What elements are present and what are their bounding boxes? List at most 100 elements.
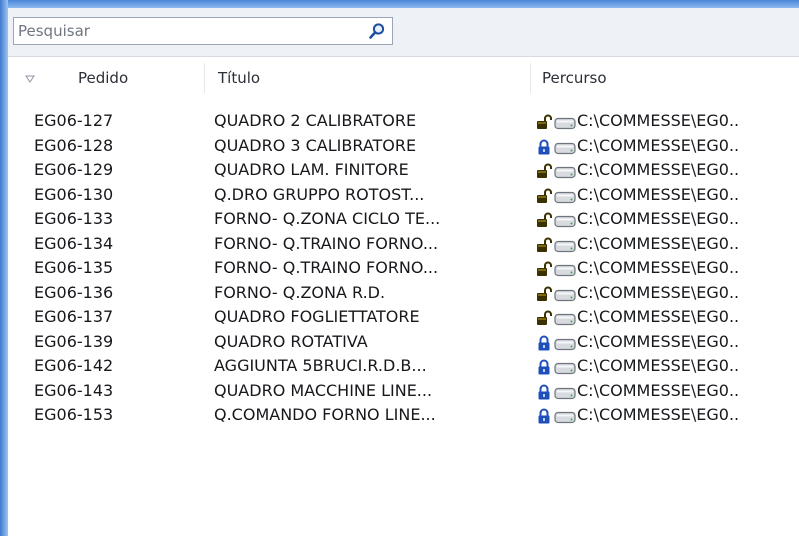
table-row[interactable]: EG06-133 FORNO- Q.ZONA CICLO TE... C:\COMM… [8,207,799,232]
locked-padlock-icon [536,138,552,154]
path-text: C:\COMMESSE\EG0.. [577,258,740,277]
column-header-pedido[interactable]: Pedido [78,57,128,99]
cell-titulo: QUADRO 3 CALIBRATORE [214,135,417,155]
sort-descending-icon[interactable] [25,69,35,88]
path-text: C:\COMMESSE\EG0.. [577,405,740,424]
table-row[interactable]: EG06-139 QUADRO ROTATIVA C:\COMMESSE\EG0.. [8,330,799,355]
path-text: C:\COMMESSE\EG0.. [577,160,740,179]
path-text: C:\COMMESSE\EG0.. [577,135,740,155]
table-row[interactable]: EG06-128 QUADRO 3 CALIBRATORE C:\COMMESSE\… [8,134,799,159]
cell-titulo: QUADRO LAM. FINITORE [214,160,409,179]
drive-icon [554,286,576,301]
table-row[interactable]: EG06-129 QUADRO LAM. FINITORE C:\COMMESSE\… [8,158,799,183]
cell-pedido: EG06-130 [34,184,114,204]
drive-icon [554,261,576,277]
cell-pedido: EG06-153 [34,405,114,424]
table-row[interactable]: EG06-142 AGGIUNTA 5BRUCI.R.D.B... C:\COMME… [8,354,799,379]
path-text: C:\COMMESSE\EG0.. [577,380,740,400]
table-row[interactable]: EG06-127 QUADRO 2 CALIBRATORE C:\COMMESSE\… [8,109,799,134]
cell-titulo: FORNO- Q.TRAINO FORNO... [214,233,439,253]
cell-titulo: QUADRO FOGLIETTATORE [214,307,420,326]
window-frame-left [0,0,8,536]
path-text: C:\COMMESSE\EG0.. [577,307,740,326]
path-text: C:\COMMESSE\EG0.. [577,356,740,375]
column-divider[interactable] [530,63,531,93]
cell-titulo: AGGIUNTA 5BRUCI.R.D.B... [214,356,427,375]
unlocked-padlock-icon [536,187,552,203]
search-icon[interactable] [366,21,388,41]
search-toolbar [8,8,799,57]
orders-list: Pedido Título Percurso EG06-127 QUADRO 2 … [8,57,799,536]
table-row[interactable]: EG06-153 Q.COMANDO FORNO LINE... C:\COMMES… [8,403,799,428]
unlocked-padlock-icon [536,113,552,129]
cell-titulo: QUADRO MACCHINE LINE... [214,380,433,400]
cell-titulo: QUADRO ROTATIVA [214,331,368,351]
locked-padlock-icon [536,358,552,375]
cell-percurso: C:\COMMESSE\EG0.. [534,330,799,355]
cell-percurso: C:\COMMESSE\EG0.. [534,134,799,159]
cell-pedido: EG06-143 [34,380,114,400]
search-input[interactable] [16,20,360,42]
table-row[interactable]: EG06-143 QUADRO MACCHINE LINE... C:\COMMES… [8,379,799,404]
cell-pedido: EG06-135 [34,258,114,277]
cell-percurso: C:\COMMESSE\EG0.. [534,305,799,330]
cell-titulo: FORNO- Q.ZONA R.D. [214,282,386,302]
cell-percurso: C:\COMMESSE\EG0.. [534,232,799,257]
cell-percurso: C:\COMMESSE\EG0.. [534,379,799,404]
cell-percurso: C:\COMMESSE\EG0.. [534,256,799,281]
cell-pedido: EG06-134 [34,233,114,253]
cell-percurso: C:\COMMESSE\EG0.. [534,158,799,183]
cell-pedido: EG06-139 [34,331,114,351]
drive-icon [554,359,576,375]
cell-titulo: QUADRO 2 CALIBRATORE [214,111,417,130]
cell-pedido: EG06-137 [34,307,114,326]
list-body: EG06-127 QUADRO 2 CALIBRATORE C:\COMMESSE\… [8,109,799,428]
locked-padlock-icon [536,383,552,399]
drive-icon [554,408,576,424]
drive-icon [554,163,576,179]
drive-icon [554,114,576,130]
cell-pedido: EG06-128 [34,135,114,155]
cell-pedido: EG06-133 [34,209,114,228]
unlocked-padlock-icon [536,285,552,301]
table-row[interactable]: EG06-135 FORNO- Q.TRAINO FORNO... C:\COMME… [8,256,799,281]
cell-percurso: C:\COMMESSE\EG0.. [534,183,799,208]
path-text: C:\COMMESSE\EG0.. [577,184,740,204]
column-header-titulo[interactable]: Título [218,57,260,99]
table-row[interactable]: EG06-136 FORNO- Q.ZONA R.D. C:\COMMESSE\EG… [8,281,799,306]
table-row[interactable]: EG06-137 QUADRO FOGLIETTATORE C:\COMMESSE\… [8,305,799,330]
unlocked-padlock-icon [536,162,552,178]
list-header: Pedido Título Percurso [8,57,799,99]
window-frame-top [0,0,799,8]
cell-titulo: Q.DRO GRUPPO ROTOST... [214,184,425,204]
unlocked-padlock-icon [536,260,552,276]
search-box [13,17,393,45]
column-divider[interactable] [204,63,205,93]
cell-percurso: C:\COMMESSE\EG0.. [534,354,799,379]
path-text: C:\COMMESSE\EG0.. [577,331,740,351]
table-row[interactable]: EG06-130 Q.DRO GRUPPO ROTOST... C:\COMMESS… [8,183,799,208]
cell-percurso: C:\COMMESSE\EG0.. [534,109,799,134]
unlocked-padlock-icon [536,309,552,325]
drive-icon [554,139,576,154]
cell-percurso: C:\COMMESSE\EG0.. [534,281,799,306]
cell-titulo: FORNO- Q.ZONA CICLO TE... [214,209,441,228]
column-header-percurso[interactable]: Percurso [542,57,607,99]
cell-pedido: EG06-127 [34,111,114,130]
unlocked-padlock-icon [536,236,552,252]
drive-icon [554,188,576,203]
cell-titulo: FORNO- Q.TRAINO FORNO... [214,258,439,277]
path-text: C:\COMMESSE\EG0.. [577,111,740,130]
drive-icon [554,384,576,399]
table-row[interactable]: EG06-134 FORNO- Q.TRAINO FORNO... C:\COMME… [8,232,799,257]
drive-icon [554,310,576,326]
unlocked-padlock-icon [536,211,552,227]
cell-pedido: EG06-129 [34,160,114,179]
cell-pedido: EG06-136 [34,282,114,302]
path-text: C:\COMMESSE\EG0.. [577,209,740,228]
drive-icon [554,335,576,350]
locked-padlock-icon [536,407,552,424]
cell-percurso: C:\COMMESSE\EG0.. [534,403,799,428]
cell-titulo: Q.COMANDO FORNO LINE... [214,405,436,424]
cell-pedido: EG06-142 [34,356,114,375]
